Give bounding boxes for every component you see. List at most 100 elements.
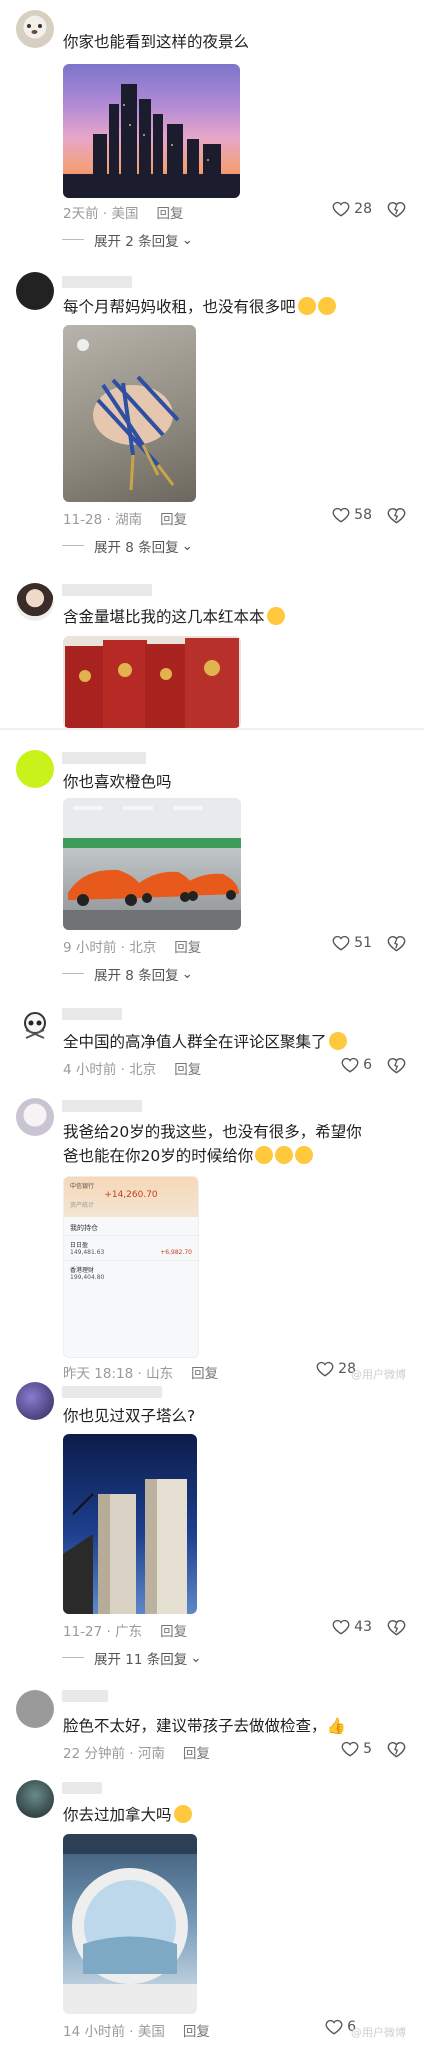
- expand-replies-button[interactable]: 展开 8 条回复 ⌄: [62, 964, 193, 984]
- finance-row: 日日盈 149,481.63 +6,982.70: [64, 1235, 198, 1260]
- watermark: @用户微博: [351, 1368, 406, 1381]
- finance-fund-value: 149,481.63: [70, 1249, 105, 1256]
- like-button[interactable]: 6: [341, 1056, 372, 1074]
- comment-image-finance-screenshot[interactable]: 中信银行 +14,260.70 资产统计 我的持仓 日日盈 149,481.63…: [63, 1176, 199, 1358]
- dislike-icon[interactable]: [387, 200, 406, 219]
- like-count: 5: [363, 1741, 372, 1757]
- reply-button[interactable]: 回复: [183, 1746, 210, 1762]
- wink-emoji-icon: [297, 297, 316, 315]
- username-redacted[interactable]: [62, 584, 152, 596]
- chevron-down-icon: ⌄: [181, 232, 193, 248]
- heart-icon: [332, 935, 350, 951]
- username-redacted[interactable]: [62, 1100, 142, 1112]
- divider: [0, 728, 424, 730]
- finance-fund-name: 香港理财: [70, 1267, 95, 1274]
- reply-button[interactable]: 回复: [174, 940, 201, 956]
- like-count: 28: [354, 201, 372, 217]
- comment-text: 脸色不太好，建议带孩子去做做检查，👍: [63, 1717, 346, 1735]
- heart-icon: [341, 1057, 359, 1073]
- like-count: 51: [354, 935, 372, 951]
- avatar[interactable]: [16, 583, 54, 621]
- laugh-cry-emoji-icon: [275, 1146, 294, 1164]
- like-button[interactable]: 51: [332, 934, 372, 952]
- thinking-emoji-icon: [266, 607, 285, 625]
- reply-button[interactable]: 回复: [160, 512, 187, 528]
- dislike-icon[interactable]: [387, 1618, 406, 1637]
- expand-replies-button[interactable]: 展开 8 条回复 ⌄: [62, 536, 193, 556]
- username-redacted[interactable]: [62, 1690, 108, 1702]
- dislike-icon[interactable]: [387, 1740, 406, 1759]
- laugh-cry-emoji-icon: [295, 1146, 314, 1164]
- like-count: 6: [363, 1057, 372, 1073]
- avatar[interactable]: [16, 750, 54, 788]
- comment-meta: 14 小时前 · 美国 回复: [63, 2024, 210, 2040]
- finance-header: 中信银行 +14,260.70 资产统计: [64, 1177, 198, 1217]
- avatar[interactable]: [16, 1780, 54, 1818]
- avatar[interactable]: [16, 272, 54, 310]
- laugh-cry-emoji-icon: [255, 1146, 274, 1164]
- comment-meta: 11-27 · 广东 回复: [63, 1624, 188, 1640]
- chevron-down-icon: ⌄: [190, 1650, 202, 1666]
- comment-text: 你去过加拿大吗: [63, 1803, 364, 1827]
- finance-app-label: 资产统计: [70, 1202, 95, 1209]
- username-redacted[interactable]: [62, 1008, 122, 1020]
- finance-section-title: 我的持仓: [70, 1224, 98, 1232]
- watermark: @用户微博: [351, 2026, 406, 2039]
- avatar[interactable]: [16, 1382, 54, 1420]
- laugh-emoji-icon: [328, 1032, 347, 1050]
- reply-button[interactable]: 回复: [156, 206, 183, 222]
- reply-button[interactable]: 回复: [183, 2024, 210, 2040]
- grin-emoji-icon: [173, 1805, 192, 1823]
- like-count: 58: [354, 507, 372, 523]
- chevron-down-icon: ⌄: [181, 966, 193, 982]
- avatar[interactable]: [16, 1008, 54, 1046]
- finance-fund-name: 日日盈: [70, 1242, 89, 1249]
- username-redacted[interactable]: [62, 276, 132, 288]
- heart-icon: [332, 507, 350, 523]
- like-button[interactable]: 43: [332, 1618, 372, 1636]
- dislike-icon[interactable]: [387, 934, 406, 953]
- dislike-icon[interactable]: [387, 506, 406, 525]
- comment-meta: 4 小时前 · 北京 回复: [63, 1062, 202, 1078]
- like-button[interactable]: 28: [332, 200, 372, 218]
- comment-image-red-books[interactable]: [63, 636, 241, 728]
- reply-button[interactable]: 回复: [191, 1366, 218, 1382]
- username-redacted[interactable]: [62, 1782, 102, 1794]
- reply-button[interactable]: 回复: [174, 1062, 201, 1078]
- heart-icon: [316, 1361, 334, 1377]
- comment-meta: 9 小时前 · 北京 回复: [63, 940, 202, 956]
- comment-text: 含金量堪比我的这几本红本本: [63, 605, 364, 629]
- finance-row: 香港理财 199,404.80: [64, 1260, 198, 1285]
- username-redacted[interactable]: [62, 752, 146, 764]
- avatar[interactable]: [16, 1690, 54, 1728]
- avatar[interactable]: [16, 10, 54, 48]
- comment-text: 我爸给20岁的我这些，也没有很多，希望你爸也能在你20岁的时候给你: [63, 1123, 362, 1165]
- comment-image-keys[interactable]: [63, 325, 196, 502]
- comment-image-city-night[interactable]: [63, 64, 240, 198]
- comment-image-round-window[interactable]: [63, 1834, 197, 2014]
- finance-amount: +14,260.70: [104, 1190, 158, 1200]
- like-count: 43: [354, 1619, 372, 1635]
- comment-image-orange-cars[interactable]: [63, 798, 241, 930]
- expand-replies-button[interactable]: 展开 11 条回复 ⌄: [62, 1648, 202, 1668]
- comment-text: 你家也能看到这样的夜景么: [63, 33, 250, 51]
- chevron-down-icon: ⌄: [181, 538, 193, 554]
- finance-bank-label: 中信银行: [70, 1183, 95, 1190]
- heart-icon: [332, 201, 350, 217]
- like-button[interactable]: 5: [341, 1740, 372, 1758]
- comment-meta: 2天前 · 美国 回复: [63, 206, 184, 222]
- comment-meta: 昨天 18:18 · 山东 回复: [63, 1366, 219, 1382]
- comment-text: 全中国的高净值人群全在评论区聚集了: [63, 1030, 364, 1054]
- expand-replies-button[interactable]: 展开 2 条回复 ⌄: [62, 230, 193, 250]
- heart-icon: [325, 2019, 343, 2035]
- finance-gain: +6,982.70: [160, 1249, 192, 1256]
- wink-emoji-icon: [317, 297, 336, 315]
- comment-image-twin-towers[interactable]: [63, 1434, 197, 1614]
- reply-button[interactable]: 回复: [160, 1624, 187, 1640]
- like-button[interactable]: 58: [332, 506, 372, 524]
- comment-text: 你也喜欢橙色吗: [63, 773, 172, 791]
- dislike-icon[interactable]: [387, 1056, 406, 1075]
- heart-icon: [341, 1741, 359, 1757]
- avatar[interactable]: [16, 1098, 54, 1136]
- username-redacted[interactable]: [62, 1386, 162, 1398]
